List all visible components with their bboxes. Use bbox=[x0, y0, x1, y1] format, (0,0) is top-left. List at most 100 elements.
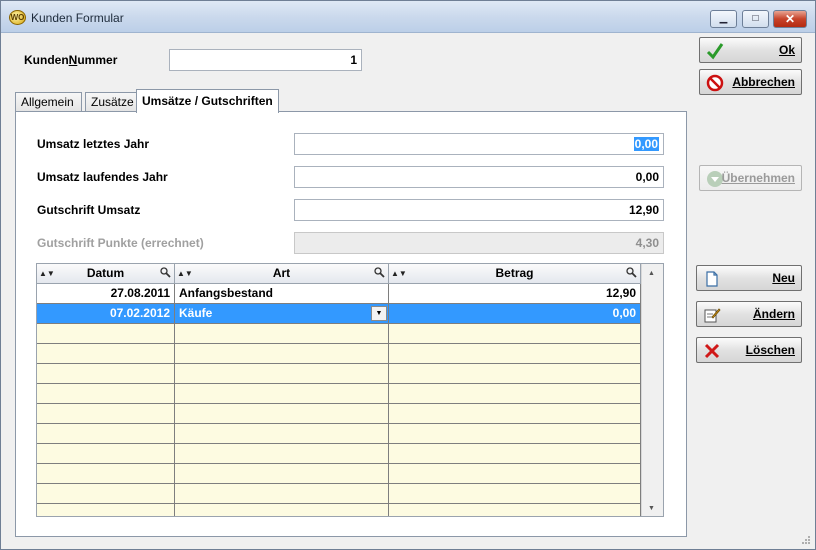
empty-cell bbox=[37, 324, 175, 344]
empty-cell bbox=[175, 404, 389, 424]
empty-cell bbox=[175, 484, 389, 504]
cell-datum: 07.02.2012 bbox=[37, 304, 175, 324]
empty-cell bbox=[389, 384, 641, 404]
app-logo-icon: WO bbox=[9, 10, 26, 25]
empty-cell bbox=[389, 364, 641, 384]
scroll-down-icon[interactable]: ▼ bbox=[648, 505, 655, 512]
sort-icon: ▲▼ bbox=[391, 269, 407, 278]
checkmark-icon bbox=[706, 43, 724, 60]
scroll-up-icon[interactable]: ▲ bbox=[648, 270, 655, 277]
empty-cell bbox=[175, 444, 389, 464]
empty-cell bbox=[389, 464, 641, 484]
column-header-label: Datum bbox=[86, 266, 125, 280]
empty-cell bbox=[37, 364, 175, 384]
cell-art: Anfangsbestand bbox=[175, 284, 389, 304]
maximize-button[interactable]: □ bbox=[742, 10, 769, 28]
ok-button[interactable]: Ok bbox=[699, 37, 802, 63]
column-header-label: Art bbox=[272, 266, 291, 280]
empty-table-row[interactable] bbox=[37, 344, 641, 364]
empty-table-row[interactable] bbox=[37, 384, 641, 404]
empty-table-row[interactable] bbox=[37, 404, 641, 424]
empty-cell bbox=[389, 324, 641, 344]
apply-button[interactable]: Übernehmen bbox=[699, 165, 802, 191]
empty-table-row[interactable] bbox=[37, 444, 641, 464]
delete-button[interactable]: Löschen bbox=[696, 337, 802, 363]
umsatz-letztes-jahr-field[interactable]: 0,00 bbox=[294, 133, 664, 155]
new-document-icon bbox=[706, 271, 718, 287]
column-header-datum[interactable]: ▲▼ Datum bbox=[37, 264, 175, 284]
tab-umsaetze-gutschriften[interactable]: Umsätze / Gutschriften bbox=[136, 89, 279, 113]
empty-cell bbox=[389, 344, 641, 364]
empty-cell bbox=[175, 364, 389, 384]
new-button[interactable]: Neu bbox=[696, 265, 802, 291]
search-icon[interactable] bbox=[160, 267, 171, 278]
table-row-selected[interactable]: 07.02.2012 Käufe ▼ 0,00 bbox=[37, 304, 641, 324]
gutschrift-punkte-field: 4,30 bbox=[294, 232, 664, 254]
empty-cell bbox=[175, 344, 389, 364]
no-entry-icon bbox=[706, 74, 724, 92]
customer-number-field[interactable]: 1 bbox=[169, 49, 362, 71]
edit-pencil-icon bbox=[704, 308, 721, 323]
empty-cell bbox=[175, 464, 389, 484]
customer-form-window: WO Kunden Formular ▁ □ ✕ KundenNummer 1 … bbox=[0, 0, 816, 550]
close-icon: ✕ bbox=[784, 12, 796, 26]
cell-betrag: 12,90 bbox=[389, 284, 641, 304]
column-header-betrag[interactable]: ▲▼ Betrag bbox=[389, 264, 641, 284]
cell-art-combo[interactable]: Käufe ▼ bbox=[175, 304, 389, 324]
gutschrift-punkte-label: Gutschrift Punkte (errechnet) bbox=[37, 236, 204, 250]
transactions-grid[interactable]: ▲▼ Datum ▲▼ Art ▲▼ Betrag 27.08.2011 Anf… bbox=[36, 263, 664, 517]
gutschrift-umsatz-field[interactable]: 12,90 bbox=[294, 199, 664, 221]
close-button[interactable]: ✕ bbox=[773, 10, 807, 28]
title-bar[interactable]: WO Kunden Formular ▁ □ ✕ bbox=[1, 1, 815, 33]
empty-cell bbox=[37, 384, 175, 404]
cell-art: Käufe bbox=[179, 306, 213, 320]
empty-cell bbox=[37, 484, 175, 504]
empty-cell bbox=[37, 444, 175, 464]
cancel-button[interactable]: Abbrechen bbox=[699, 69, 802, 95]
new-button-label: Neu bbox=[772, 271, 795, 285]
resize-grip-icon[interactable] bbox=[801, 535, 811, 545]
dropdown-arrow-icon[interactable]: ▼ bbox=[371, 306, 387, 321]
apply-button-label: Übernehmen bbox=[721, 171, 795, 185]
empty-table-row[interactable] bbox=[37, 504, 641, 516]
selected-value-text: 0,00 bbox=[633, 137, 659, 151]
empty-table-row[interactable] bbox=[37, 484, 641, 504]
tab-zusaetze[interactable]: Zusätze bbox=[85, 92, 137, 112]
tab-allgemein[interactable]: Allgemein bbox=[15, 92, 82, 112]
cell-betrag: 0,00 bbox=[389, 304, 641, 324]
column-header-art[interactable]: ▲▼ Art bbox=[175, 264, 389, 284]
empty-table-row[interactable] bbox=[37, 464, 641, 484]
search-icon[interactable] bbox=[626, 267, 637, 278]
edit-button[interactable]: Ändern bbox=[696, 301, 802, 327]
gutschrift-umsatz-label: Gutschrift Umsatz bbox=[37, 203, 141, 217]
empty-cell bbox=[389, 444, 641, 464]
empty-cell bbox=[175, 384, 389, 404]
empty-cell bbox=[37, 464, 175, 484]
empty-table-row[interactable] bbox=[37, 324, 641, 344]
sort-icon: ▲▼ bbox=[177, 269, 193, 278]
table-row[interactable]: 27.08.2011 Anfangsbestand 12,90 bbox=[37, 284, 641, 304]
vertical-scrollbar[interactable]: ▲ ▼ bbox=[641, 264, 663, 516]
sort-icon: ▲▼ bbox=[39, 269, 55, 278]
empty-cell bbox=[389, 404, 641, 424]
ok-button-label: Ok bbox=[778, 43, 795, 57]
empty-cell bbox=[389, 484, 641, 504]
cancel-button-label: Abbrechen bbox=[732, 75, 795, 89]
empty-cell bbox=[389, 424, 641, 444]
empty-cell bbox=[37, 404, 175, 424]
empty-cell bbox=[37, 504, 175, 516]
empty-cell bbox=[175, 324, 389, 344]
edit-button-label: Ändern bbox=[753, 307, 795, 321]
empty-table-row[interactable] bbox=[37, 364, 641, 384]
umsatz-laufendes-jahr-field[interactable]: 0,00 bbox=[294, 166, 664, 188]
empty-cell bbox=[175, 504, 389, 516]
empty-cell bbox=[37, 344, 175, 364]
window-title: Kunden Formular bbox=[31, 11, 124, 25]
search-icon[interactable] bbox=[374, 267, 385, 278]
minimize-icon: ▁ bbox=[719, 13, 728, 24]
empty-cell bbox=[37, 424, 175, 444]
empty-table-row[interactable] bbox=[37, 424, 641, 444]
umsatz-letztes-jahr-label: Umsatz letztes Jahr bbox=[37, 137, 150, 151]
empty-cell bbox=[389, 504, 641, 516]
minimize-button[interactable]: ▁ bbox=[710, 10, 737, 28]
